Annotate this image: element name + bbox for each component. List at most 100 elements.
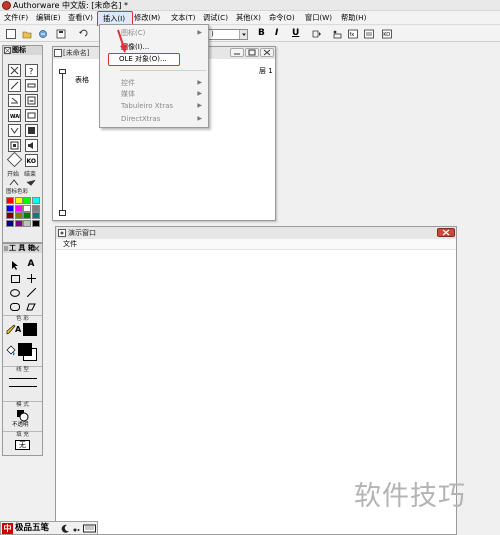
svg-text:KO: KO (383, 32, 390, 38)
start-flag-label: 开始 (7, 171, 20, 178)
icon-color-swatch[interactable] (31, 219, 40, 227)
knowledge-object-icon-tool[interactable]: KO (25, 154, 38, 167)
icon-color-swatch[interactable] (23, 204, 31, 212)
menu-other[interactable]: 其他(X) (236, 13, 261, 23)
icon-color-swatch[interactable] (6, 212, 14, 219)
open-folder-icon[interactable] (22, 29, 32, 39)
rounded-rectangle-tool-icon[interactable] (9, 301, 21, 312)
presentation-close-button[interactable] (437, 228, 455, 237)
menu-edit[interactable]: 编辑(E) (36, 13, 61, 23)
variables-icon[interactable] (364, 29, 374, 39)
document-icon (54, 49, 62, 57)
menu-help[interactable]: 帮助(H) (341, 13, 366, 23)
framework-icon-tool[interactable] (8, 139, 21, 152)
menu-command[interactable]: 命令(O) (269, 13, 295, 23)
menu-view[interactable]: 查看(V) (68, 13, 93, 23)
start-marker-icon[interactable] (59, 69, 66, 79)
menu-debug[interactable]: 调试(C) (203, 13, 228, 23)
svg-text:WAIT: WAIT (10, 114, 20, 120)
save-icon[interactable] (56, 29, 66, 39)
insert-menu-item-tabuleiro-xtras[interactable]: Tabuleiro Xtras ▶ (100, 101, 208, 111)
icon-color-swatch[interactable] (6, 219, 14, 227)
icon-color-swatch[interactable] (23, 212, 31, 219)
start-flag-icon[interactable] (9, 179, 19, 186)
control-panel-icon[interactable] (332, 29, 342, 39)
erase-icon-tool[interactable] (8, 94, 21, 107)
keyboard-icon[interactable] (83, 524, 96, 533)
underline-button[interactable]: U (292, 27, 299, 39)
import-icon[interactable] (38, 29, 48, 39)
close-button[interactable] (260, 48, 274, 57)
icon-palette: 图标 ? = WAIT KO 开始 结束 图标色彩 (2, 45, 43, 243)
close-icon[interactable] (33, 245, 40, 252)
text-tool-icon[interactable]: A (25, 259, 37, 270)
punctuation-icon[interactable] (72, 524, 81, 533)
flowline-title: [未命名] (63, 49, 90, 57)
font-size-value: ) (211, 30, 214, 38)
polygon-tool-icon[interactable] (25, 301, 37, 312)
moon-icon[interactable] (61, 524, 70, 533)
line-style-arrow[interactable] (9, 386, 37, 387)
insert-menu-item-directxtras[interactable]: DirectXtras ▶ (100, 114, 208, 124)
icon-color-swatch[interactable] (14, 219, 23, 227)
undo-icon[interactable] (78, 29, 88, 39)
chevron-down-icon[interactable] (239, 30, 247, 39)
functions-icon[interactable]: fx (348, 29, 358, 39)
run-icon[interactable] (312, 29, 322, 39)
menu-text[interactable]: 文本(T) (171, 13, 195, 23)
icon-color-swatch[interactable] (31, 204, 40, 212)
menu-file[interactable]: 文件(F) (4, 13, 28, 23)
icon-color-swatch[interactable] (31, 197, 40, 204)
menu-window[interactable]: 窗口(W) (305, 13, 332, 23)
ime-logo-icon[interactable]: 中 (2, 523, 13, 534)
fill-none-button[interactable]: 无 (15, 440, 30, 450)
display-icon-tool[interactable] (8, 64, 21, 77)
menu-modify[interactable]: 修改(M) (134, 13, 160, 23)
new-file-icon[interactable] (6, 29, 16, 39)
animation-icon-tool[interactable] (8, 79, 21, 92)
minimize-button[interactable] (230, 48, 244, 57)
foreground-color-swatch[interactable] (23, 323, 37, 336)
icon-color-swatch[interactable] (31, 212, 40, 219)
interaction-icon-tool[interactable] (25, 79, 38, 92)
icon-color-swatch[interactable] (23, 219, 31, 227)
calculation-icon-tool[interactable]: = (25, 94, 38, 107)
wait-icon-tool[interactable]: WAIT (8, 109, 25, 122)
fill-color-swatch[interactable] (18, 343, 32, 356)
insert-menu-item-ole-object[interactable]: OLE 对象(O)... (108, 53, 180, 66)
maximize-button[interactable] (245, 48, 259, 57)
font-size-combo[interactable]: ) (208, 29, 248, 40)
ellipse-tool-icon[interactable] (9, 287, 21, 298)
paint-bucket-icon[interactable] (5, 345, 16, 356)
icon-color-swatch[interactable] (6, 204, 14, 212)
decision-icon-tool[interactable]: ? (25, 64, 38, 77)
text-color-icon[interactable]: A (15, 325, 21, 334)
mode-opaque-icon[interactable] (16, 409, 29, 422)
rectangle-tool-icon[interactable] (9, 273, 21, 284)
movie-icon-tool[interactable] (25, 124, 38, 137)
navigate-icon-tool[interactable] (8, 124, 21, 137)
end-flag-icon[interactable] (26, 179, 36, 186)
diagonal-line-tool-icon[interactable] (25, 287, 37, 298)
icon-color-swatch[interactable] (14, 212, 23, 219)
bold-button[interactable]: B (258, 27, 265, 39)
icon-color-swatch[interactable] (14, 204, 23, 212)
ime-label[interactable]: 极品五笔 (15, 523, 49, 534)
decision-diamond-icon-tool[interactable] (6, 151, 23, 168)
icon-color-swatch[interactable] (23, 197, 31, 204)
icon-color-swatch[interactable] (6, 197, 14, 204)
flow-icon-label[interactable]: 表格 (75, 76, 89, 85)
mode-section-label: 模 式 (3, 401, 42, 408)
line-style-thin[interactable] (9, 378, 37, 379)
insert-menu-item-media[interactable]: 媒体 ▶ (100, 89, 208, 99)
crosshair-line-tool-icon[interactable] (25, 273, 37, 284)
knowledge-objects-icon[interactable]: KO (382, 29, 392, 39)
sound-icon-tool[interactable] (25, 139, 38, 152)
presentation-menu-file[interactable]: 文件 (63, 240, 77, 249)
insert-menu-item-control[interactable]: 控件 ▶ (100, 78, 208, 88)
map-icon-tool[interactable] (25, 109, 38, 122)
icon-color-swatch[interactable] (14, 197, 23, 204)
italic-button[interactable]: I (275, 27, 278, 39)
icon-palette-title-bar: 图标 (3, 46, 42, 55)
pointer-tool-icon[interactable] (9, 259, 21, 270)
